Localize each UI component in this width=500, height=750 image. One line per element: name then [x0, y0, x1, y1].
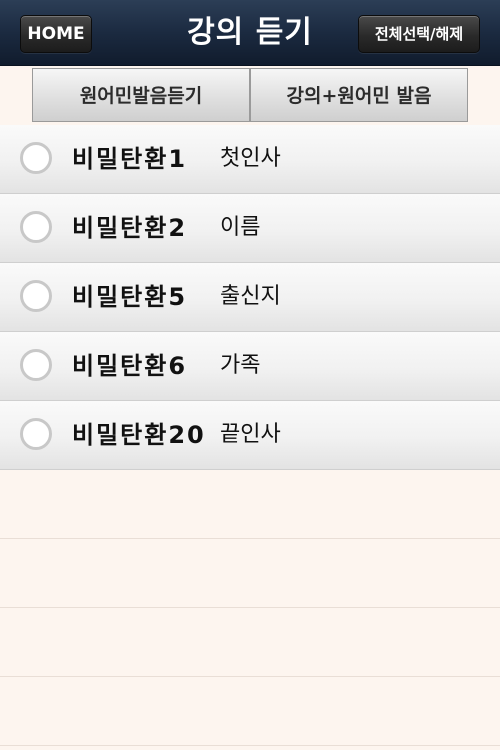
- radio-button[interactable]: [20, 418, 52, 450]
- navigation-bar: HOME 강의 듣기 전체선택/해제: [0, 0, 500, 66]
- tab-lecture-plus-native-pronunciation[interactable]: 강의+원어민 발음: [250, 68, 468, 122]
- list-item[interactable]: 비밀탄환20 끝인사: [0, 401, 500, 470]
- list-item[interactable]: 비밀탄환6 가족: [0, 332, 500, 401]
- lesson-name: 비밀탄환1: [72, 145, 188, 173]
- empty-row: [0, 470, 500, 539]
- lesson-topic: 이름: [220, 215, 261, 240]
- lesson-name: 비밀탄환20: [72, 421, 206, 449]
- select-all-toggle-button[interactable]: 전체선택/해제: [358, 15, 480, 53]
- lesson-list: 비밀탄환1 첫인사 비밀탄환2 이름 비밀탄환5 출신지 비밀탄환6 가족 비밀…: [0, 125, 500, 746]
- lesson-name: 비밀탄환2: [72, 214, 188, 242]
- empty-row: [0, 608, 500, 677]
- list-item[interactable]: 비밀탄환5 출신지: [0, 263, 500, 332]
- lesson-topic: 출신지: [220, 284, 281, 309]
- empty-row: [0, 677, 500, 746]
- list-item[interactable]: 비밀탄환1 첫인사: [0, 125, 500, 194]
- lesson-name: 비밀탄환5: [72, 283, 188, 311]
- radio-button[interactable]: [20, 142, 52, 174]
- radio-button[interactable]: [20, 280, 52, 312]
- lesson-topic: 가족: [220, 353, 261, 378]
- list-item[interactable]: 비밀탄환2 이름: [0, 194, 500, 263]
- lesson-name: 비밀탄환6: [72, 352, 188, 380]
- radio-button[interactable]: [20, 349, 52, 381]
- radio-button[interactable]: [20, 211, 52, 243]
- tab-native-pronunciation[interactable]: 원어민발음듣기: [32, 68, 250, 122]
- lesson-topic: 끝인사: [220, 422, 281, 447]
- empty-row: [0, 539, 500, 608]
- lesson-topic: 첫인사: [220, 146, 281, 171]
